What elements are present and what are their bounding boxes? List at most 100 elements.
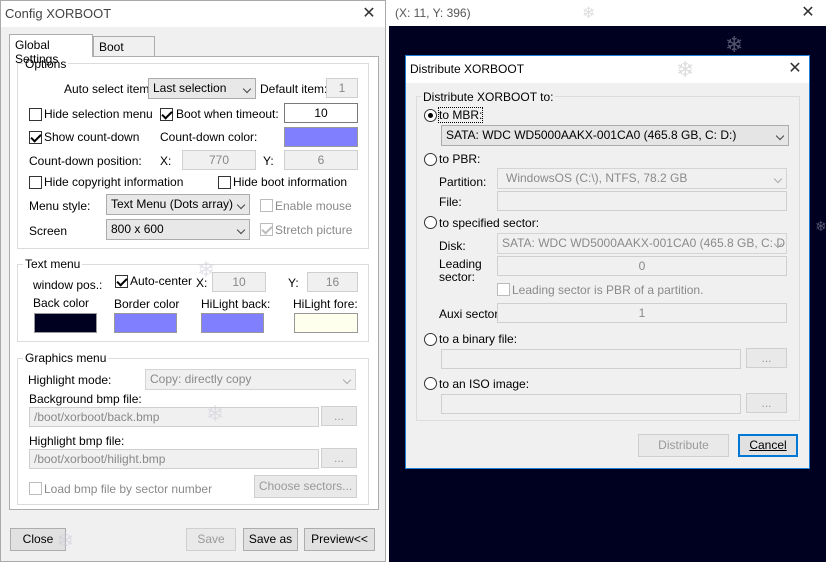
count-down-x-field[interactable]: 770 bbox=[182, 150, 256, 170]
hilight-fore-swatch[interactable] bbox=[294, 313, 358, 333]
chevron-down-icon bbox=[236, 225, 246, 235]
to-sector-label: to specified sector: bbox=[439, 216, 540, 230]
to-iso-label: to an ISO image: bbox=[439, 377, 530, 391]
to-pbr-label: to PBR: bbox=[439, 152, 481, 166]
save-button[interactable]: Save bbox=[186, 528, 236, 551]
global-settings-panel: Options Auto select item: Last selection… bbox=[9, 56, 379, 510]
sector-disk-combo[interactable]: SATA: WDC WD5000AAKX-001CA0 (465.8 GB, C… bbox=[497, 233, 787, 254]
leading-sector-field[interactable]: 0 bbox=[497, 256, 787, 276]
enable-mouse-checkbox[interactable] bbox=[260, 199, 273, 212]
load-by-sector-checkbox[interactable] bbox=[29, 482, 42, 495]
cancel-button[interactable]: Cancel bbox=[738, 434, 798, 457]
choose-sectors-button[interactable]: Choose sectors... bbox=[254, 475, 357, 498]
pbr-file-field[interactable] bbox=[497, 191, 787, 211]
graphics-menu-legend: Graphics menu bbox=[23, 351, 109, 365]
auto-center-checkbox[interactable] bbox=[115, 275, 128, 288]
chevron-down-icon bbox=[236, 200, 246, 210]
chevron-down-icon bbox=[242, 84, 252, 94]
text-menu-y-field[interactable]: 16 bbox=[307, 272, 358, 292]
stretch-picture-label: Stretch picture bbox=[275, 223, 353, 237]
to-iso-radio[interactable] bbox=[424, 377, 437, 390]
screen-value: 800 x 600 bbox=[111, 222, 164, 236]
leading-sector-label: Leading sector: bbox=[439, 257, 482, 284]
tab-boot-items[interactable]: Boot items bbox=[93, 36, 155, 68]
hide-copyright-checkbox[interactable] bbox=[29, 176, 42, 189]
enable-mouse-label: Enable mouse bbox=[275, 199, 352, 213]
count-down-y-field[interactable]: 6 bbox=[284, 150, 358, 170]
boot-when-timeout-checkbox[interactable] bbox=[160, 108, 173, 121]
close-icon[interactable]: ✕ bbox=[784, 58, 806, 80]
highlight-bmp-browse-button[interactable]: ... bbox=[321, 448, 357, 468]
auxi-sector-field[interactable]: 1 bbox=[497, 303, 787, 323]
tab-global-settings[interactable]: Global Settings bbox=[9, 34, 93, 66]
save-as-button[interactable]: Save as bbox=[243, 528, 298, 551]
iso-browse-button[interactable]: ... bbox=[746, 393, 787, 413]
highlight-bmp-field[interactable]: /boot/xorboot/hilight.bmp bbox=[29, 449, 319, 469]
hilight-fore-label: HiLight fore: bbox=[293, 297, 358, 311]
to-binary-radio[interactable] bbox=[424, 333, 437, 346]
hilight-back-swatch[interactable] bbox=[201, 313, 264, 333]
partition-combo[interactable]: WindowsOS (C:\), NTFS, 78.2 GB bbox=[497, 168, 787, 189]
text-menu-legend: Text menu bbox=[23, 257, 83, 271]
snowflake-icon: ❄ bbox=[676, 57, 695, 82]
stretch-picture-checkbox[interactable] bbox=[260, 223, 273, 236]
menu-style-combo[interactable]: Text Menu (Dots array) bbox=[106, 194, 250, 215]
screen-label: Screen bbox=[29, 224, 68, 238]
text-menu-x-field[interactable]: 10 bbox=[212, 272, 266, 292]
border-color-swatch[interactable] bbox=[114, 313, 177, 333]
leading-is-pbr-checkbox[interactable] bbox=[497, 283, 510, 296]
boot-when-timeout-label: Boot when timeout: bbox=[176, 107, 279, 121]
border-color-label: Border color bbox=[114, 297, 180, 311]
timeout-field[interactable]: 10 bbox=[284, 103, 358, 123]
highlight-bmp-label: Highlight bmp file: bbox=[29, 434, 125, 448]
distribute-button[interactable]: Distribute bbox=[638, 434, 729, 457]
preview-button[interactable]: Preview<< bbox=[304, 528, 375, 551]
to-mbr-radio[interactable] bbox=[424, 109, 437, 122]
preview-title-bar: (X: 11, Y: 396) ✕ ❄ bbox=[389, 0, 826, 26]
auto-select-combo[interactable]: Last selection bbox=[148, 78, 256, 99]
count-down-color-swatch[interactable] bbox=[284, 127, 358, 147]
iso-file-field[interactable] bbox=[441, 394, 741, 414]
to-mbr-label: to MBR: bbox=[437, 107, 484, 123]
default-item-label: Default item: bbox=[260, 82, 328, 96]
config-window-title: Config XORBOOT bbox=[5, 6, 112, 21]
to-sector-radio[interactable] bbox=[424, 216, 437, 229]
background-bmp-browse-button[interactable]: ... bbox=[321, 406, 357, 426]
distribute-dialog-title-bar: Distribute XORBOOT ✕ ❄ bbox=[406, 56, 809, 83]
distribute-dialog-title: Distribute XORBOOT bbox=[410, 62, 525, 76]
default-item-field[interactable]: 1 bbox=[326, 78, 358, 98]
snowflake-icon: ❄ bbox=[197, 257, 216, 282]
leading-is-pbr-label: Leading sector is PBR of a partition. bbox=[512, 283, 704, 297]
background-bmp-label: Background bmp file: bbox=[29, 392, 142, 406]
mbr-disk-combo[interactable]: SATA: WDC WD5000AAKX-001CA0 (465.8 GB, C… bbox=[441, 125, 789, 146]
count-down-color-label: Count-down color: bbox=[160, 130, 258, 144]
highlight-mode-value: Copy: directly copy bbox=[150, 372, 252, 386]
hide-copyright-label: Hide copyright information bbox=[44, 175, 184, 189]
menu-style-label: Menu style: bbox=[29, 199, 91, 213]
auto-select-value: Last selection bbox=[153, 81, 227, 95]
menu-style-value: Text Menu (Dots array) bbox=[111, 197, 234, 211]
text-menu-y-label: Y: bbox=[288, 276, 299, 290]
snowflake-icon: ❄ bbox=[206, 401, 225, 426]
highlight-mode-combo[interactable]: Copy: directly copy bbox=[145, 369, 356, 390]
hide-selection-menu-label: Hide selection menu bbox=[44, 107, 153, 121]
distribute-dialog: Distribute XORBOOT ✕ ❄ Distribute XORBOO… bbox=[405, 55, 810, 469]
close-icon[interactable]: ✕ bbox=[797, 2, 819, 24]
auto-center-label: Auto-center bbox=[130, 274, 193, 288]
close-icon[interactable]: ✕ bbox=[358, 3, 380, 25]
to-pbr-radio[interactable] bbox=[424, 153, 437, 166]
hide-selection-menu-checkbox[interactable] bbox=[29, 108, 42, 121]
to-binary-label: to a binary file: bbox=[439, 332, 518, 346]
background-bmp-field[interactable]: /boot/xorboot/back.bmp bbox=[29, 407, 319, 427]
count-down-y-label: Y: bbox=[263, 154, 274, 168]
config-window: Config XORBOOT ✕ Global Settings Boot it… bbox=[0, 0, 386, 562]
show-count-down-checkbox[interactable] bbox=[29, 131, 42, 144]
binary-browse-button[interactable]: ... bbox=[746, 348, 787, 368]
back-color-swatch[interactable] bbox=[34, 313, 97, 333]
config-title-bar: Config XORBOOT ✕ bbox=[1, 1, 385, 27]
partition-value: WindowsOS (C:\), NTFS, 78.2 GB bbox=[506, 171, 688, 185]
highlight-mode-label: Highlight mode: bbox=[28, 373, 112, 387]
screen-combo[interactable]: 800 x 600 bbox=[106, 219, 250, 240]
binary-file-field[interactable] bbox=[441, 349, 741, 369]
hide-boot-info-checkbox[interactable] bbox=[218, 176, 231, 189]
